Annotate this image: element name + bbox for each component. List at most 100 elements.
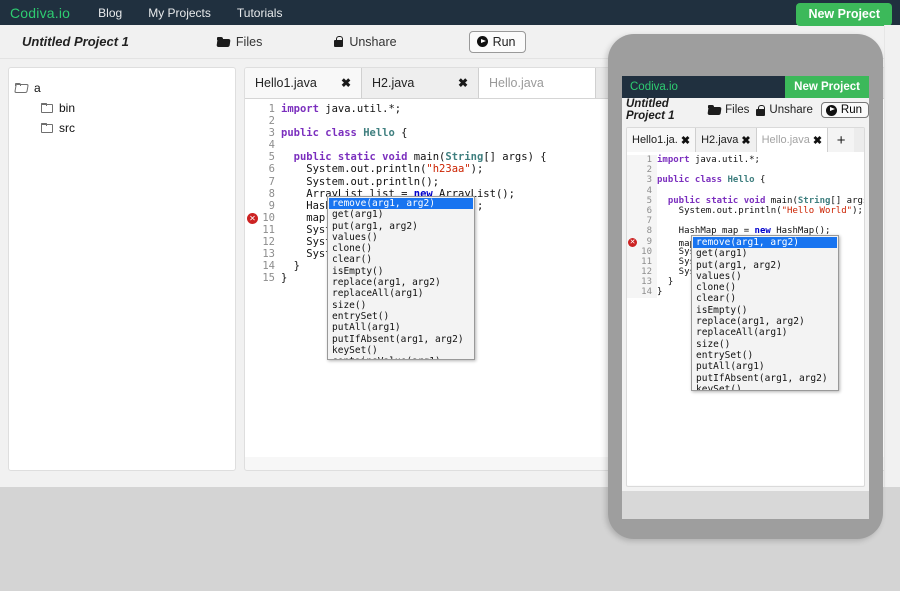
tab-hello-java[interactable]: Hello.java (479, 68, 596, 98)
autocomplete-item[interactable]: replaceAll(arg1) (329, 288, 473, 299)
tree-item-a[interactable]: a (15, 78, 235, 98)
autocomplete-item[interactable]: values() (693, 271, 837, 282)
line-number: 15 (245, 272, 275, 284)
mobile-toolbar: Untitled Project 1 Files Unshare Run (622, 98, 869, 122)
tree-item-bin[interactable]: bin (15, 98, 235, 118)
close-icon[interactable]: ✖ (741, 134, 750, 147)
mobile-tab-h2-java[interactable]: H2.java ✖ (696, 128, 757, 152)
autocomplete-item[interactable]: putIfAbsent(arg1, arg2) (693, 373, 837, 384)
autocomplete-item[interactable]: clear() (693, 293, 837, 304)
new-project-button[interactable]: New Project (796, 3, 892, 26)
tab-h2-java[interactable]: H2.java ✖ (362, 68, 479, 98)
mobile-files-label: Files (725, 104, 749, 116)
files-button[interactable]: Files (217, 35, 262, 49)
autocomplete-item[interactable]: get(arg1) (693, 248, 837, 259)
autocomplete-item[interactable]: replaceAll(arg1) (693, 327, 837, 338)
autocomplete-item[interactable]: keySet() (329, 345, 473, 356)
autocomplete-item[interactable]: get(arg1) (329, 209, 473, 220)
mobile-brand-logo[interactable]: Codiva.io (622, 81, 678, 93)
autocomplete-item[interactable]: remove(arg1, arg2) (693, 237, 837, 248)
line-number: 6 (627, 206, 652, 216)
autocomplete-item[interactable]: replace(arg1, arg2) (329, 277, 473, 288)
line-number: 1 (627, 155, 652, 165)
close-icon[interactable]: ✖ (458, 76, 468, 90)
autocomplete-item[interactable]: values() (329, 232, 473, 243)
mobile-project-title: Untitled Project 1 (626, 98, 701, 122)
autocomplete-item[interactable]: replace(arg1, arg2) (693, 316, 837, 327)
close-icon[interactable]: ✖ (681, 134, 690, 147)
unshare-label: Unshare (349, 35, 396, 49)
code-line (657, 165, 864, 175)
autocomplete-item[interactable]: clone() (329, 243, 473, 254)
folder-icon (41, 123, 54, 134)
close-icon[interactable]: ✖ (341, 76, 351, 90)
autocomplete-item[interactable]: size() (329, 300, 473, 311)
files-label: Files (236, 35, 262, 49)
autocomplete-item[interactable]: isEmpty() (693, 305, 837, 316)
autocomplete-item[interactable]: putAll(arg1) (693, 361, 837, 372)
autocomplete-item[interactable]: containsValue(arg1) (329, 356, 473, 360)
autocomplete-item[interactable]: isEmpty() (329, 266, 473, 277)
line-number: 12 (627, 267, 652, 277)
line-number: 12 (245, 236, 275, 248)
close-icon[interactable]: ✖ (813, 134, 822, 147)
phone-screen: Codiva.io New Project Untitled Project 1… (622, 76, 869, 491)
autocomplete-item[interactable]: putAll(arg1) (329, 322, 473, 333)
top-navbar: Codiva.io Blog My Projects Tutorials New… (0, 0, 900, 25)
line-number: 3 (627, 175, 652, 185)
line-number: 13 (245, 248, 275, 260)
brand-logo[interactable]: Codiva.io (10, 5, 70, 21)
tree-item-label: bin (59, 101, 75, 115)
play-icon (826, 105, 837, 116)
autocomplete-item[interactable]: clear() (329, 254, 473, 265)
nav-link-blog[interactable]: Blog (98, 6, 122, 20)
phone-screen-bottom-bar (622, 491, 869, 519)
folder-icon (217, 37, 230, 47)
line-number: 14 (245, 260, 275, 272)
mobile-unshare-button[interactable]: Unshare (756, 104, 812, 116)
tab-label: Hello1.ja. (632, 134, 678, 146)
autocomplete-item[interactable]: put(arg1, arg2) (693, 260, 837, 271)
mobile-new-project-button[interactable]: New Project (785, 76, 869, 98)
mobile-tab-hello1-java[interactable]: Hello1.ja. ✖ (627, 128, 696, 152)
line-number: 10 (627, 247, 652, 257)
mobile-autocomplete-popup[interactable]: remove(arg1, arg2)get(arg1)put(arg1, arg… (691, 235, 839, 391)
code-line: public class Hello { (657, 175, 864, 185)
autocomplete-item[interactable]: keySet() (693, 384, 837, 391)
add-tab-button[interactable]: + (828, 128, 854, 152)
line-number: 9 (245, 200, 275, 212)
mobile-run-label: Run (841, 104, 862, 116)
mobile-line-number-gutter: 1234567891011121314✕ (627, 155, 657, 298)
autocomplete-popup[interactable]: remove(arg1, arg2)get(arg1)put(arg1, arg… (327, 196, 475, 360)
tree-item-src[interactable]: src (15, 118, 235, 138)
folder-open-icon (15, 83, 29, 94)
mobile-code-area[interactable]: 1234567891011121314✕ import java.util.*;… (627, 152, 864, 485)
unshare-button[interactable]: Unshare (334, 35, 396, 49)
autocomplete-item[interactable]: remove(arg1, arg2) (329, 198, 473, 209)
nav-link-tutorials[interactable]: Tutorials (237, 6, 283, 20)
line-number: 2 (627, 165, 652, 175)
line-number: 1 (245, 103, 275, 115)
line-number: 5 (245, 151, 275, 163)
mobile-tab-hello-java[interactable]: Hello.java ✖ (757, 128, 829, 152)
autocomplete-item[interactable]: entrySet() (693, 350, 837, 361)
autocomplete-item[interactable]: clone() (693, 282, 837, 293)
file-tree-panel: a bin src (8, 67, 236, 471)
nav-link-my-projects[interactable]: My Projects (148, 6, 211, 20)
autocomplete-item[interactable]: put(arg1, arg2) (329, 221, 473, 232)
code-line: System.out.println("Hello World"); (657, 206, 864, 216)
tab-hello1-java[interactable]: Hello1.java ✖ (245, 68, 362, 98)
project-title: Untitled Project 1 (22, 34, 129, 49)
code-line (657, 186, 864, 196)
error-marker-icon[interactable]: ✕ (628, 238, 637, 247)
tab-label: Hello.java (489, 76, 544, 90)
autocomplete-item[interactable]: size() (693, 339, 837, 350)
mobile-files-button[interactable]: Files (708, 104, 749, 116)
error-marker-icon[interactable]: ✕ (247, 213, 258, 224)
run-button[interactable]: Run (469, 31, 526, 53)
autocomplete-item[interactable]: entrySet() (329, 311, 473, 322)
mobile-unshare-label: Unshare (769, 104, 812, 116)
autocomplete-item[interactable]: putIfAbsent(arg1, arg2) (329, 334, 473, 345)
line-number: 11 (627, 257, 652, 267)
mobile-run-button[interactable]: Run (821, 102, 869, 118)
